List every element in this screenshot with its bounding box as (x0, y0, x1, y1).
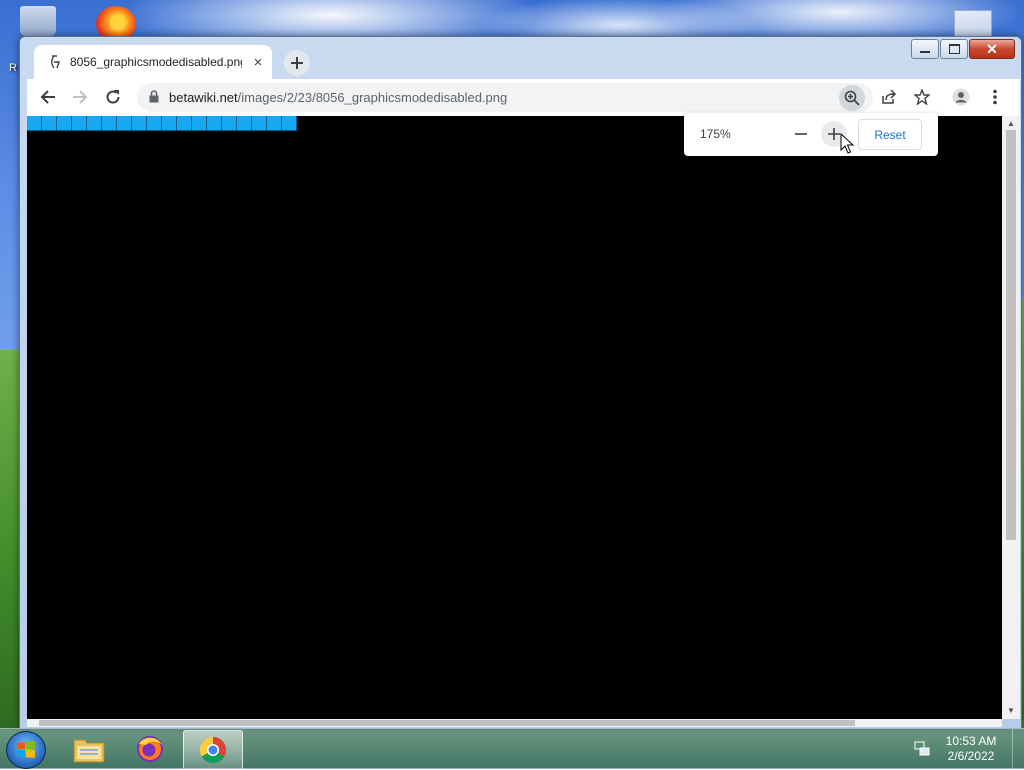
new-tab-button[interactable] (284, 50, 310, 76)
bookmark-star-button[interactable] (909, 84, 935, 110)
reload-button[interactable] (100, 84, 126, 110)
scroll-down-icon[interactable]: ▼ (1007, 706, 1015, 715)
tab-title: 8056_graphicsmodedisabled.png (70, 55, 242, 69)
taskbar-chrome-button[interactable] (183, 730, 243, 770)
progress-block (42, 116, 57, 131)
progress-blocks (27, 116, 297, 131)
progress-block (87, 116, 102, 131)
close-icon: ✕ (986, 41, 998, 57)
progress-block (282, 116, 297, 131)
url-host: betawiki.net (169, 90, 238, 105)
progress-block (162, 116, 177, 131)
progress-block (237, 116, 252, 131)
tab-close-icon[interactable]: × (250, 54, 266, 71)
restore-icon (948, 44, 960, 54)
back-arrow-icon (40, 90, 55, 104)
system-clock[interactable]: 10:53 AM 2/6/2022 (936, 734, 1006, 764)
minimize-button[interactable] (911, 39, 939, 59)
desktop-icon-label: R (9, 62, 17, 74)
mouse-cursor-icon (840, 133, 854, 154)
progress-block (57, 116, 72, 131)
zoom-icon[interactable] (839, 85, 865, 111)
lock-icon[interactable] (149, 90, 159, 106)
browser-tab[interactable]: 8056_graphicsmodedisabled.png × (34, 45, 272, 79)
clock-time: 10:53 AM (945, 734, 997, 748)
progress-block (72, 116, 87, 131)
taskbar: 10:53 AM 2/6/2022 (0, 728, 1024, 770)
close-window-button[interactable]: ✕ (969, 39, 1015, 59)
taskbar-firefox-button[interactable] (121, 730, 179, 768)
zoom-level: 175% (700, 127, 731, 141)
folder-icon (73, 739, 105, 763)
clock-date: 2/6/2022 (947, 749, 995, 763)
progress-block (102, 116, 117, 131)
zoom-popup: 175% Reset (684, 113, 938, 156)
chrome-icon (199, 736, 227, 764)
plus-icon (828, 128, 840, 140)
forward-arrow-icon (73, 90, 88, 104)
minimize-icon (920, 51, 930, 53)
horizontal-scroll-thumb[interactable] (39, 720, 855, 726)
vertical-scroll-thumb[interactable] (1006, 130, 1016, 540)
restore-button[interactable] (940, 39, 968, 59)
window-controls: ✕ (911, 39, 1015, 59)
recycle-bin-icon[interactable] (20, 6, 56, 36)
network-tray-icon[interactable] (914, 741, 930, 757)
tab-favicon-icon (48, 55, 62, 69)
forward-button[interactable] (67, 84, 93, 110)
show-desktop-button[interactable] (1012, 729, 1024, 769)
horizontal-scrollbar[interactable] (27, 719, 1002, 727)
progress-block (132, 116, 147, 131)
firefox-icon (137, 736, 163, 762)
zoom-reset-button[interactable]: Reset (858, 119, 922, 150)
address-bar[interactable]: betawiki.net/images/2/23/8056_graphicsmo… (137, 83, 873, 112)
profile-button[interactable] (948, 84, 974, 110)
image-viewport (27, 116, 1002, 719)
progress-block (177, 116, 192, 131)
progress-block (117, 116, 132, 131)
reload-icon (106, 90, 120, 104)
browser-toolbar: betawiki.net/images/2/23/8056_graphicsmo… (27, 79, 1020, 116)
back-button[interactable] (35, 84, 61, 110)
progress-block (222, 116, 237, 131)
share-icon (882, 89, 897, 104)
menu-icon (993, 89, 997, 105)
profile-icon (952, 88, 970, 106)
url-path: /images/2/23/8056_graphicsmodedisabled.p… (237, 90, 508, 105)
start-button[interactable] (6, 731, 46, 769)
plus-icon (291, 57, 303, 69)
windows-logo-icon (17, 741, 35, 758)
progress-block (27, 116, 42, 131)
star-icon (914, 89, 930, 105)
progress-block (147, 116, 162, 131)
scroll-up-icon[interactable]: ▲ (1007, 119, 1015, 128)
progress-block (252, 116, 267, 131)
taskbar-explorer-button[interactable] (60, 730, 118, 768)
share-button[interactable] (876, 84, 902, 110)
zoom-out-button[interactable] (788, 121, 814, 147)
progress-block (192, 116, 207, 131)
vertical-scrollbar[interactable]: ▲ ▼ (1002, 116, 1020, 719)
minus-icon (795, 133, 807, 135)
progress-block (207, 116, 222, 131)
progress-block (267, 116, 282, 131)
menu-button[interactable] (982, 84, 1008, 110)
url-text: betawiki.net/images/2/23/8056_graphicsmo… (169, 90, 507, 105)
